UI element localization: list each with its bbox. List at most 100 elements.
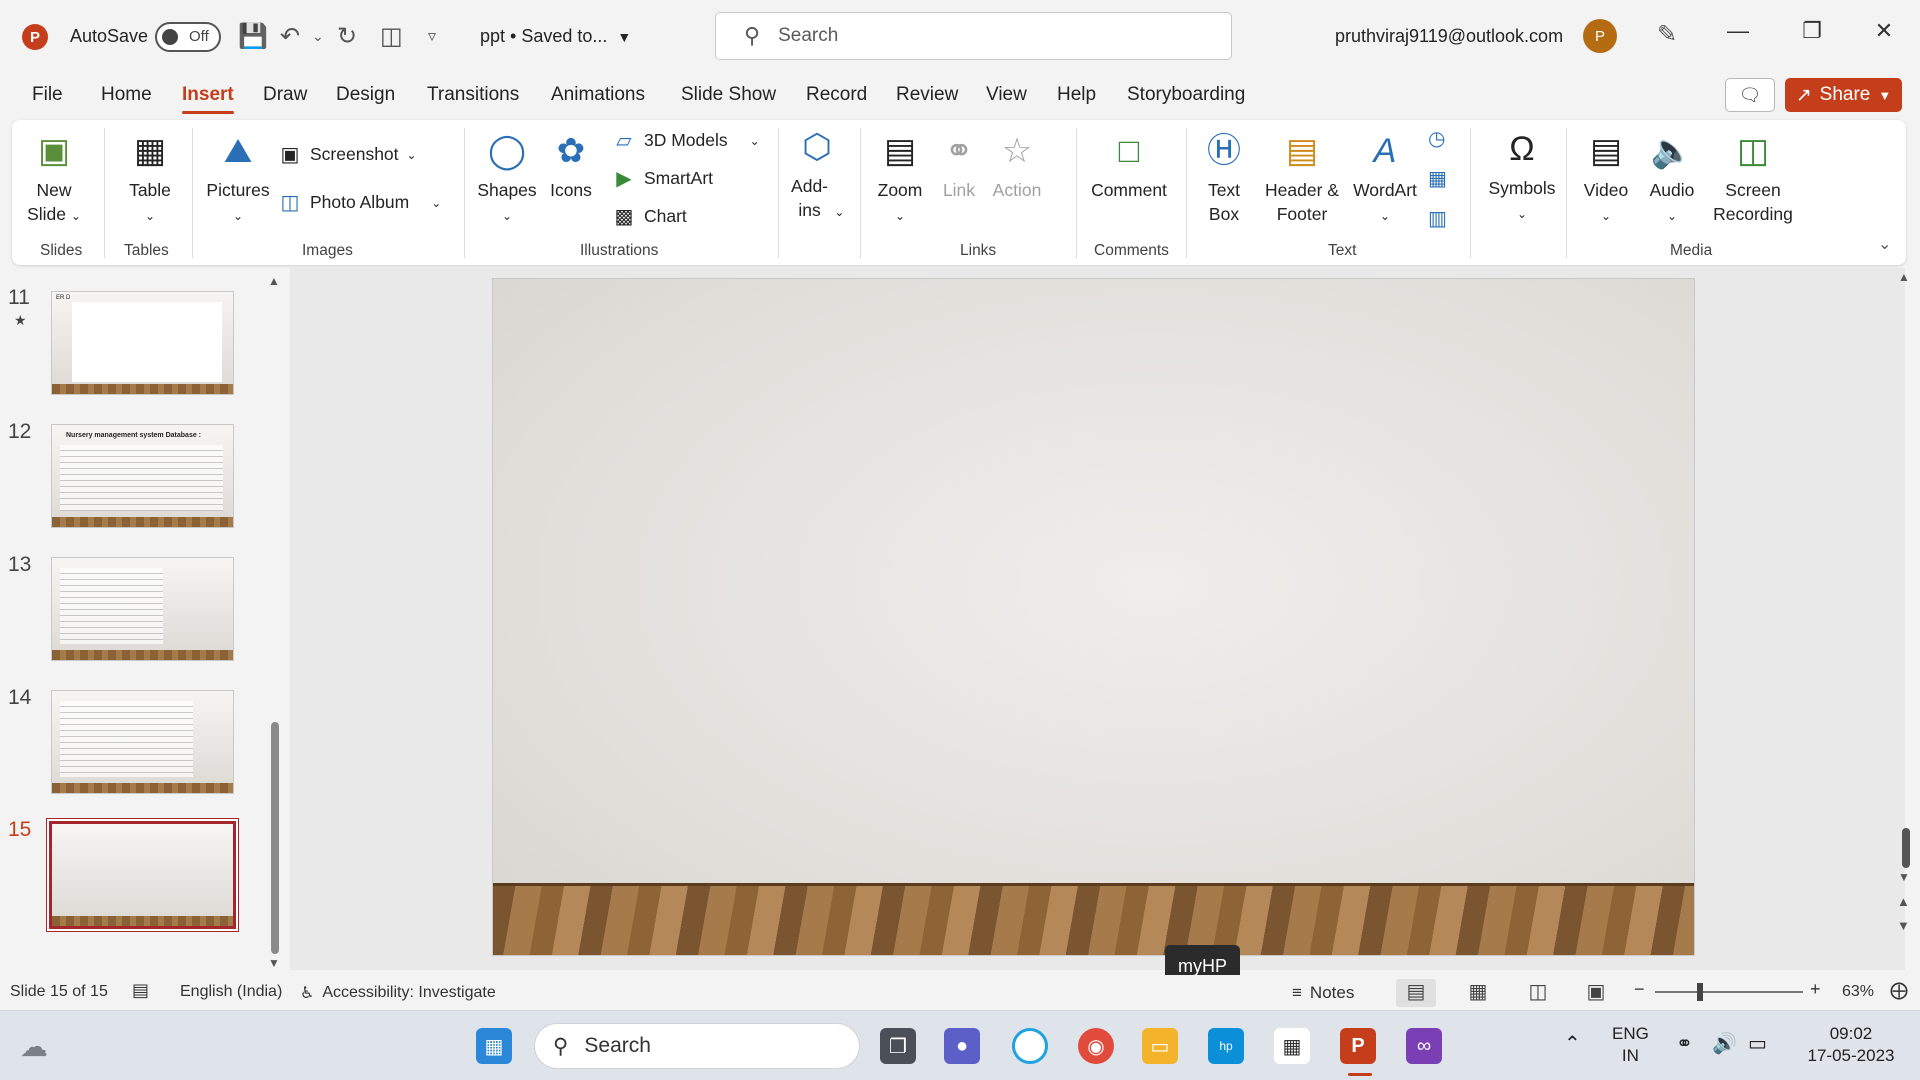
slide-show-icon[interactable]: ▣ bbox=[1576, 979, 1616, 1007]
task-view-icon[interactable]: ❐ bbox=[880, 1028, 916, 1064]
video-button[interactable]: ▤ Video ⌄ bbox=[1576, 130, 1636, 228]
weather-icon[interactable]: ☁ bbox=[16, 1028, 52, 1064]
undo-dropdown-icon[interactable]: ⌄ bbox=[312, 28, 324, 45]
tab-transitions[interactable]: Transitions bbox=[427, 84, 519, 106]
current-slide[interactable] bbox=[493, 279, 1694, 955]
show-hidden-icons[interactable]: ⌃ bbox=[1564, 1033, 1581, 1055]
scrollbar-thumb[interactable] bbox=[271, 722, 279, 954]
customize-toolbar-icon[interactable]: ▿ bbox=[428, 26, 436, 46]
comments-button[interactable]: 🗨 bbox=[1725, 78, 1775, 112]
designer-pen-icon[interactable]: ✎ bbox=[1657, 20, 1677, 49]
text-box-button[interactable]: Ⓗ Text Box bbox=[1196, 130, 1252, 226]
previous-slide-icon[interactable]: ▲ bbox=[1897, 894, 1910, 909]
action-button[interactable]: ☆ Action bbox=[988, 130, 1046, 202]
tab-animations[interactable]: Animations bbox=[551, 84, 645, 106]
tab-home[interactable]: Home bbox=[101, 84, 152, 106]
tab-view[interactable]: View bbox=[986, 84, 1027, 106]
language-indicator[interactable]: English (India) bbox=[180, 983, 282, 1001]
slide-thumbnail-13[interactable] bbox=[52, 558, 233, 660]
tab-file[interactable]: File bbox=[32, 84, 63, 106]
add-ins-button[interactable]: ⬡ Add-ins ⌄ bbox=[788, 126, 846, 224]
normal-view-icon[interactable]: ▤ bbox=[1396, 979, 1436, 1007]
new-slide-button[interactable]: ▣ New Slide ⌄ bbox=[24, 130, 84, 228]
zoom-level[interactable]: 63% bbox=[1842, 983, 1874, 1001]
link-button[interactable]: ⚭ Link bbox=[936, 130, 982, 202]
icons-button[interactable]: ✿ Icons bbox=[546, 130, 596, 202]
screenshot-button[interactable]: ▣ Screenshot ⌄ bbox=[278, 142, 417, 167]
zoom-out-icon[interactable]: − bbox=[1634, 979, 1645, 1000]
chrome-icon[interactable]: ◉ bbox=[1078, 1028, 1114, 1064]
object-icon[interactable]: ▥ bbox=[1428, 206, 1447, 231]
scroll-up-icon[interactable]: ▲ bbox=[268, 274, 280, 288]
myhp-icon[interactable]: hp bbox=[1208, 1028, 1244, 1064]
ribbon-expand-icon[interactable]: ⌄ bbox=[1878, 234, 1891, 254]
slide-thumbnail-12[interactable]: Nursery management system Database : bbox=[52, 425, 233, 527]
document-title[interactable]: ppt • Saved to... ▼ bbox=[480, 26, 631, 47]
photo-album-button[interactable]: ◫ Photo Album ⌄ bbox=[278, 190, 442, 215]
slide-thumbnail-11[interactable]: ER D bbox=[52, 292, 233, 394]
tab-storyboarding[interactable]: Storyboarding bbox=[1127, 84, 1245, 106]
scroll-down-icon[interactable]: ▼ bbox=[268, 956, 280, 970]
audio-button[interactable]: 🔈 Audio ⌄ bbox=[1642, 130, 1702, 228]
smartart-button[interactable]: ▶ SmartArt bbox=[612, 166, 713, 191]
powerpoint-taskbar-icon[interactable]: P bbox=[1340, 1028, 1376, 1064]
tab-draw[interactable]: Draw bbox=[263, 84, 307, 106]
spelling-check-icon[interactable]: ▤ bbox=[132, 980, 149, 1001]
3d-models-button[interactable]: ▱ 3D Models ⌄ bbox=[612, 128, 759, 153]
scroll-up-icon[interactable]: ▲ bbox=[1898, 270, 1910, 284]
comment-button[interactable]: □ Comment bbox=[1086, 130, 1172, 202]
undo-icon[interactable]: ↶ bbox=[280, 22, 300, 51]
taskbar-search-input[interactable]: ⚲ Search bbox=[534, 1023, 860, 1069]
zoom-button[interactable]: ▤ Zoom ⌄ bbox=[872, 130, 928, 228]
accessibility-checker[interactable]: ♿ Accessibility: Investigate bbox=[300, 983, 496, 1003]
share-button[interactable]: ↗ Share ▼ bbox=[1785, 78, 1902, 112]
slide-sorter-icon[interactable]: ▦ bbox=[1458, 979, 1498, 1007]
minimize-icon[interactable]: — bbox=[1718, 18, 1758, 44]
tab-insert[interactable]: Insert bbox=[182, 84, 234, 114]
save-icon[interactable]: 💾 bbox=[238, 22, 268, 51]
chart-button[interactable]: ▩ Chart bbox=[612, 204, 687, 229]
tab-help[interactable]: Help bbox=[1057, 84, 1096, 106]
teams-chat-icon[interactable]: ● bbox=[944, 1028, 980, 1064]
scrollbar-thumb[interactable] bbox=[1902, 828, 1910, 868]
close-icon[interactable]: ✕ bbox=[1864, 18, 1904, 44]
language-switcher[interactable]: ENG IN bbox=[1612, 1023, 1649, 1067]
symbols-button[interactable]: Ω Symbols ⌄ bbox=[1482, 128, 1562, 226]
tab-review[interactable]: Review bbox=[896, 84, 958, 106]
zoom-in-icon[interactable]: + bbox=[1810, 979, 1821, 1000]
windows-start-icon[interactable]: ▦ bbox=[476, 1028, 512, 1064]
network-icon[interactable]: ⚭ bbox=[1676, 1033, 1693, 1055]
slide-thumbnail-14[interactable] bbox=[52, 691, 233, 793]
clock[interactable]: 09:02 17-05-2023 bbox=[1796, 1023, 1906, 1067]
thumbnail-scrollbar[interactable]: ▲ ▼ bbox=[266, 274, 282, 970]
screen-recording-button[interactable]: ◫ Screen Recording bbox=[1708, 130, 1798, 226]
wordart-button[interactable]: A WordArt ⌄ bbox=[1348, 130, 1422, 228]
slide-number-icon[interactable]: ▦ bbox=[1428, 166, 1447, 191]
file-explorer-icon[interactable]: ▭ bbox=[1142, 1028, 1178, 1064]
cortana-icon[interactable] bbox=[1012, 1028, 1048, 1064]
canvas-scrollbar[interactable]: ▲ ▼ ▲ ▼ bbox=[1896, 268, 1916, 970]
avatar[interactable]: P bbox=[1583, 19, 1617, 53]
fit-to-window-icon[interactable]: ⨁ bbox=[1890, 980, 1908, 1001]
autosave-toggle[interactable]: Off bbox=[155, 22, 221, 52]
date-time-icon[interactable]: ◷ bbox=[1428, 126, 1445, 151]
slide-thumbnail-15[interactable] bbox=[52, 824, 233, 926]
microsoft-store-icon[interactable]: ▦ bbox=[1274, 1028, 1310, 1064]
pictures-button[interactable]: ⛰ Pictures ⌄ bbox=[202, 130, 274, 228]
redo-icon[interactable]: ↻ bbox=[337, 22, 357, 51]
header-footer-button[interactable]: ▤ Header & Footer bbox=[1262, 130, 1342, 226]
notes-button[interactable]: ≡ Notes bbox=[1292, 983, 1354, 1003]
restore-icon[interactable]: ❐ bbox=[1792, 18, 1832, 44]
shapes-button[interactable]: ◯ Shapes ⌄ bbox=[474, 130, 540, 228]
tab-design[interactable]: Design bbox=[336, 84, 395, 106]
volume-icon[interactable]: 🔊 bbox=[1712, 1033, 1737, 1055]
zoom-slider[interactable] bbox=[1655, 983, 1803, 1001]
reading-view-icon[interactable]: ◫ bbox=[1518, 979, 1558, 1007]
visual-studio-icon[interactable]: ∞ bbox=[1406, 1028, 1442, 1064]
tab-slide-show[interactable]: Slide Show bbox=[681, 84, 776, 106]
table-button[interactable]: ▦ Table ⌄ bbox=[120, 130, 180, 228]
present-from-start-icon[interactable]: ◫ bbox=[380, 22, 403, 51]
zoom-slider-knob[interactable] bbox=[1697, 983, 1703, 1001]
account-email[interactable]: pruthviraj9119@outlook.com bbox=[1335, 26, 1563, 47]
tab-record[interactable]: Record bbox=[806, 84, 867, 106]
